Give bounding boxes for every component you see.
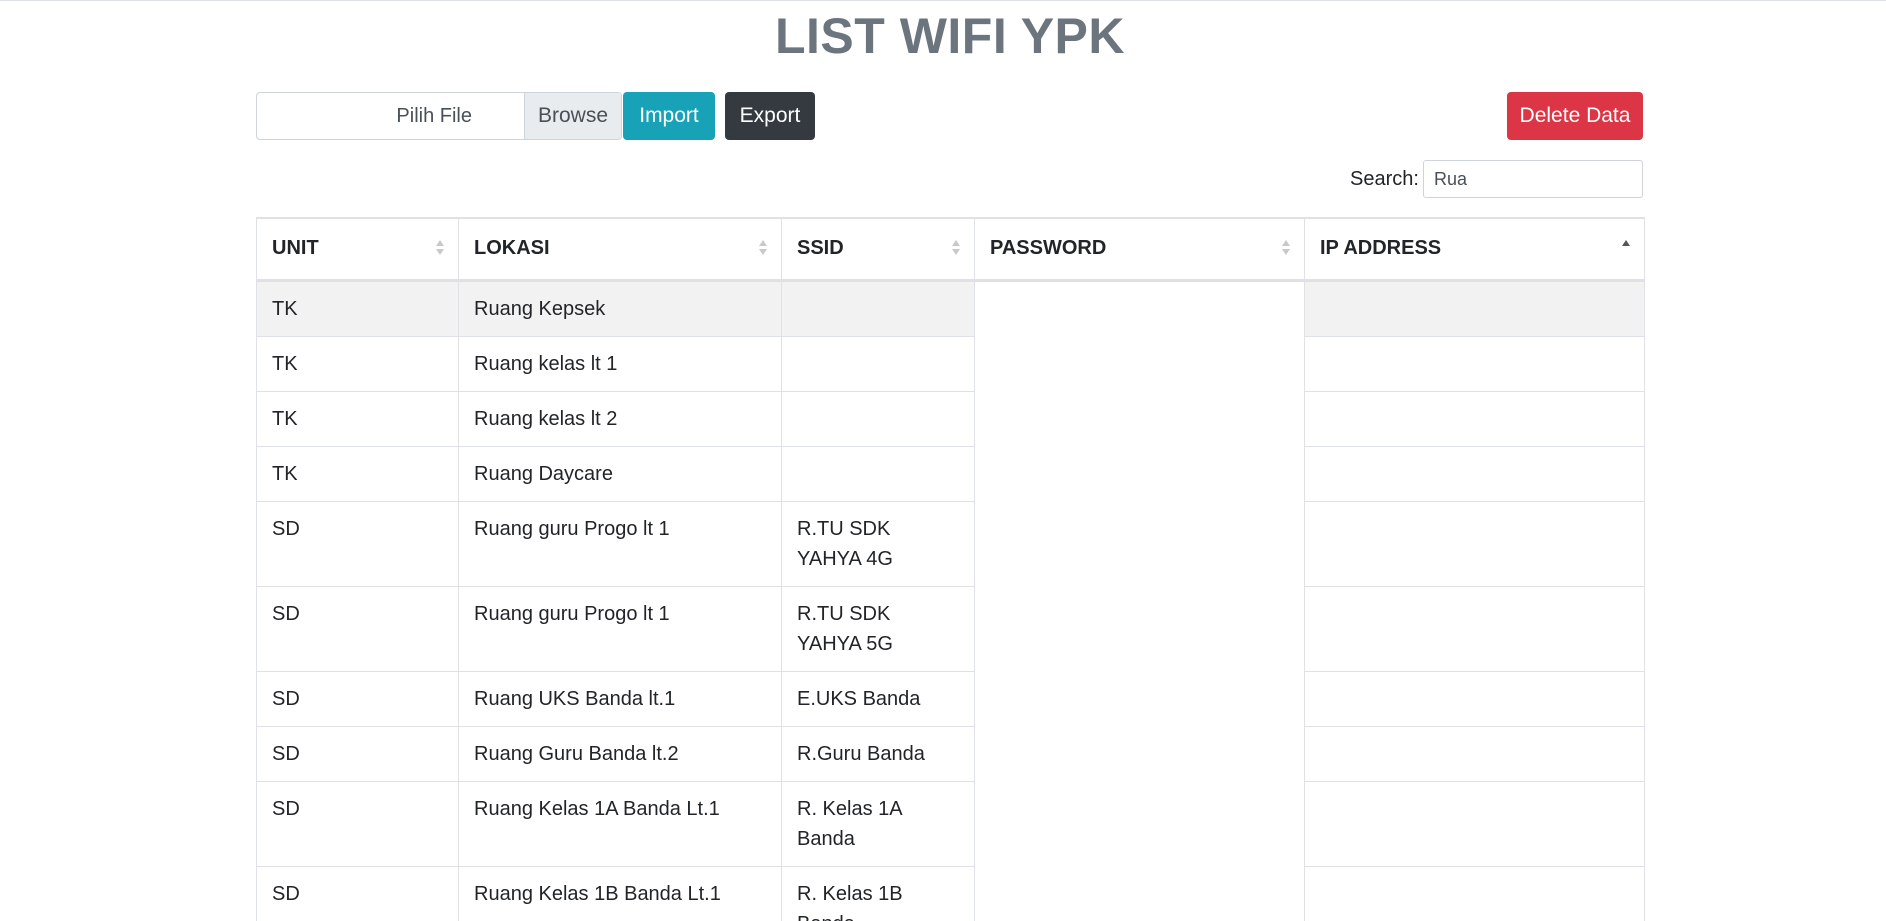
- column-header-password[interactable]: PASSWORD: [974, 217, 1305, 282]
- search-label: Search:: [1350, 168, 1419, 190]
- cell-ssid: [781, 336, 975, 392]
- search-input[interactable]: [1423, 160, 1643, 198]
- cell-password: [974, 866, 1305, 921]
- cell-lokasi: Ruang guru Progo lt 1: [458, 586, 782, 672]
- cell-ssid: R. Kelas 1B Banda: [781, 866, 975, 921]
- column-header-label: IP ADDRESS: [1320, 237, 1442, 260]
- cell-unit: TK: [256, 446, 459, 502]
- cell-password: [974, 586, 1305, 671]
- cell-unit: SD: [256, 866, 459, 921]
- column-header-unit[interactable]: UNIT: [256, 217, 459, 282]
- header-row: UNIT LOKASI SSID PASSWORD IP ADDRESS: [256, 217, 1645, 282]
- cell-unit: TK: [256, 391, 459, 447]
- table-header: UNIT LOKASI SSID PASSWORD IP ADDRESS: [256, 217, 1645, 282]
- cell-password: [974, 781, 1305, 866]
- cell-ssid: [781, 391, 975, 447]
- table-row[interactable]: TK Ruang Daycare: [256, 446, 1645, 502]
- sort-icon[interactable]: [1282, 240, 1290, 260]
- cell-ssid: R.TU SDK YAHYA 5G: [781, 586, 975, 672]
- delete-data-button[interactable]: Delete Data: [1507, 92, 1643, 140]
- cell-ssid: [781, 280, 975, 337]
- column-header-label: PASSWORD: [990, 237, 1107, 260]
- table-row[interactable]: SD Ruang guru Progo lt 1 R.TU SDK YAHYA 5G: [256, 586, 1645, 672]
- cell-ip: [1304, 336, 1645, 392]
- table-row[interactable]: SDRuang Kelas 1B Banda Lt.1R. Kelas 1B B…: [256, 866, 1645, 921]
- cell-password: [974, 726, 1305, 781]
- cell-ssid: [781, 446, 975, 502]
- toolbar: Pilih File Browse Import Export Delete D…: [256, 92, 1644, 140]
- cell-password: [974, 671, 1305, 726]
- table-row[interactable]: TK Ruang kelas lt 1: [256, 336, 1645, 392]
- cell-lokasi: Ruang Kelas 1B Banda Lt.1: [458, 866, 782, 921]
- cell-unit: SD: [256, 586, 459, 672]
- cell-password: [974, 501, 1305, 586]
- table-row[interactable]: TK Ruang Kepsek: [256, 280, 1645, 337]
- cell-ip: [1304, 391, 1645, 447]
- cell-password: [974, 391, 1305, 446]
- cell-ssid: R. Kelas 1A Banda: [781, 781, 975, 867]
- table-body: TK Ruang Kepsek TK Ruang kelas lt 1 TK Ruang …: [256, 280, 1645, 921]
- cell-lokasi: Ruang Daycare: [458, 446, 782, 502]
- cell-lokasi: Ruang Guru Banda lt.2: [458, 726, 782, 782]
- cell-lokasi: Ruang Kelas 1A Banda Lt.1: [458, 781, 782, 867]
- cell-ip: [1304, 671, 1645, 727]
- cell-ip: [1304, 280, 1645, 337]
- import-button[interactable]: Import: [623, 92, 715, 140]
- cell-ip: [1304, 586, 1645, 672]
- column-header-ip-address[interactable]: IP ADDRESS: [1304, 217, 1645, 282]
- cell-unit: TK: [256, 336, 459, 392]
- column-header-label: SSID: [797, 237, 844, 260]
- table-row[interactable]: TK Ruang kelas lt 2: [256, 391, 1645, 447]
- cell-ip: [1304, 726, 1645, 782]
- table-row[interactable]: SD Ruang guru Progo lt 1 R.TU SDK YAHYA 4G: [256, 501, 1645, 587]
- cell-lokasi: Ruang kelas lt 2: [458, 391, 782, 447]
- column-header-ssid[interactable]: SSID: [781, 217, 975, 282]
- browse-button[interactable]: Browse: [524, 93, 621, 139]
- cell-ssid: R.Guru Banda: [781, 726, 975, 782]
- cell-lokasi: Ruang kelas lt 1: [458, 336, 782, 392]
- cell-unit: SD: [256, 501, 459, 587]
- wifi-table-wrapper: UNIT LOKASI SSID PASSWORD IP ADDRESS TK Ruang…: [256, 217, 1645, 921]
- page-title: LIST WIFI YPK: [774, 8, 1126, 64]
- file-input-label[interactable]: Pilih File: [257, 93, 524, 139]
- cell-lokasi: Ruang Kepsek: [458, 280, 782, 337]
- table-row[interactable]: SD Ruang UKS Banda lt.1 E.UKS Banda: [256, 671, 1645, 727]
- cell-password: [974, 336, 1305, 391]
- cell-password: [974, 280, 1305, 336]
- cell-unit: SD: [256, 671, 459, 727]
- column-header-lokasi[interactable]: LOKASI: [458, 217, 782, 282]
- cell-ip: [1304, 781, 1645, 867]
- cell-ip: [1304, 866, 1645, 921]
- cell-lokasi: Ruang guru Progo lt 1: [458, 501, 782, 587]
- sort-icon[interactable]: [1622, 240, 1630, 260]
- page: LIST WIFI YPK Pilih File Browse Import E…: [0, 0, 1886, 921]
- wifi-table: UNIT LOKASI SSID PASSWORD IP ADDRESS TK Ruang…: [256, 217, 1645, 921]
- cell-lokasi: Ruang UKS Banda lt.1: [458, 671, 782, 727]
- table-row[interactable]: SD Ruang Kelas 1A Banda Lt.1 R. Kelas 1A B…: [256, 781, 1645, 867]
- cell-unit: SD: [256, 726, 459, 782]
- table-row[interactable]: SD Ruang Guru Banda lt.2 R.Guru Banda: [256, 726, 1645, 782]
- file-input[interactable]: Pilih File Browse: [256, 92, 622, 140]
- cell-unit: TK: [256, 280, 459, 337]
- cell-password: [974, 446, 1305, 501]
- cell-ssid: R.TU SDK YAHYA 4G: [781, 501, 975, 587]
- cell-ip: [1304, 501, 1645, 587]
- cell-unit: SD: [256, 781, 459, 867]
- column-header-label: LOKASI: [474, 237, 550, 260]
- search-box: Search:: [1350, 160, 1644, 200]
- export-button[interactable]: Export: [725, 92, 815, 140]
- cell-ssid: E.UKS Banda: [781, 671, 975, 727]
- sort-icon[interactable]: [436, 240, 444, 260]
- sort-icon[interactable]: [952, 240, 960, 260]
- cell-ip: [1304, 446, 1645, 502]
- column-header-label: UNIT: [272, 237, 319, 260]
- sort-icon[interactable]: [759, 240, 767, 260]
